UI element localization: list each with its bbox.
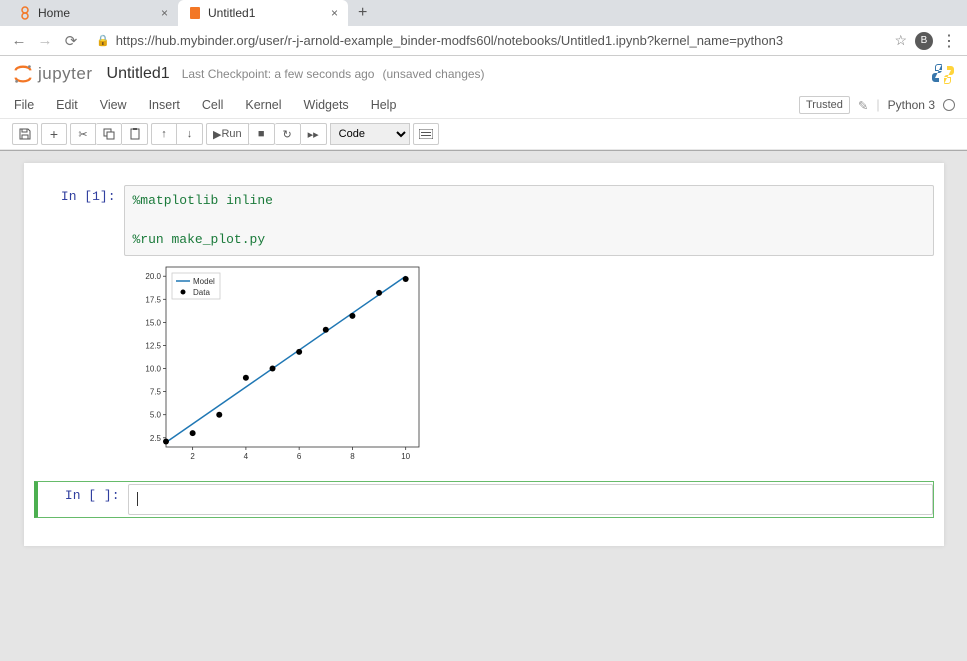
checkpoint-status: Last Checkpoint: a few seconds ago <box>182 67 375 81</box>
menu-file[interactable]: File <box>12 94 36 116</box>
new-tab-button[interactable]: + <box>348 0 377 26</box>
toolbar: + ✂ ↑ ↓ ▶ Run ■ ↻ ▸▸ Code <box>0 119 967 150</box>
matplotlib-plot: 2.5 5.0 7.5 10.0 12.5 15.0 17.5 20.0 2 4 6 8 10 Model… <box>124 262 424 462</box>
menu-widgets[interactable]: Widgets <box>302 94 351 116</box>
jupyter-header-area: jupyter Untitled1 Last Checkpoint: a few… <box>0 56 967 151</box>
kernel-divider: | <box>876 98 879 112</box>
svg-text:15.0: 15.0 <box>145 318 161 327</box>
svg-text:Model: Model <box>193 277 215 286</box>
browser-tab-strip: Home × Untitled1 × + <box>0 0 967 26</box>
paste-button[interactable] <box>122 123 148 145</box>
url-text: https://hub.mybinder.org/user/r-j-arnold… <box>116 33 879 48</box>
svg-text:2.5: 2.5 <box>149 433 161 442</box>
menubar: File Edit View Insert Cell Kernel Widget… <box>0 92 967 119</box>
close-icon[interactable]: × <box>331 6 338 20</box>
kernel-name[interactable]: Python 3 <box>888 98 935 112</box>
copy-button[interactable] <box>96 123 122 145</box>
run-icon: ▶ <box>213 128 221 141</box>
stop-button[interactable]: ■ <box>249 123 275 145</box>
jupyter-header: jupyter Untitled1 Last Checkpoint: a few… <box>0 56 967 92</box>
notebook-container: In [1]: %matplotlib inline %run make_plo… <box>24 163 944 546</box>
edit-icon[interactable]: ✎ <box>858 98 868 113</box>
svg-text:7.5: 7.5 <box>149 387 161 396</box>
kernel-indicator-icon <box>943 99 955 111</box>
browser-menu-button[interactable]: ⋮ <box>941 31 957 51</box>
cell-prompt: In [1]: <box>34 185 124 256</box>
svg-text:Data: Data <box>193 288 210 297</box>
cell-input[interactable]: %matplotlib inline %run make_plot.py <box>124 185 934 256</box>
menu-help[interactable]: Help <box>369 94 399 116</box>
svg-text:17.5: 17.5 <box>145 295 161 304</box>
svg-text:2: 2 <box>190 452 195 461</box>
move-up-button[interactable]: ↑ <box>151 123 177 145</box>
unsaved-status: (unsaved changes) <box>382 67 484 81</box>
cut-button[interactable]: ✂ <box>70 123 96 145</box>
svg-text:6: 6 <box>296 452 301 461</box>
svg-text:20.0: 20.0 <box>145 272 161 281</box>
jupyter-wordmark: jupyter <box>38 64 93 84</box>
svg-text:10.0: 10.0 <box>145 364 161 373</box>
notebook-body[interactable]: In [1]: %matplotlib inline %run make_plo… <box>0 151 967 661</box>
reload-button[interactable]: ⟳ <box>62 32 80 50</box>
svg-text:4: 4 <box>243 452 248 461</box>
forward-button[interactable]: → <box>36 32 54 49</box>
back-button[interactable]: ← <box>10 32 28 49</box>
tab-notebook[interactable]: Untitled1 × <box>178 0 348 26</box>
save-button[interactable] <box>12 123 38 145</box>
code-cell[interactable]: In [1]: %matplotlib inline %run make_plo… <box>34 183 934 258</box>
cell-output: 2.5 5.0 7.5 10.0 12.5 15.0 17.5 20.0 2 4 6 8 10 Model… <box>34 262 934 465</box>
trusted-badge[interactable]: Trusted <box>799 96 850 114</box>
profile-avatar[interactable]: B <box>915 32 933 50</box>
svg-text:12.5: 12.5 <box>145 341 161 350</box>
close-icon[interactable]: × <box>161 6 168 20</box>
run-button[interactable]: ▶ Run <box>206 123 249 145</box>
menu-insert[interactable]: Insert <box>147 94 182 116</box>
command-palette-button[interactable] <box>413 123 439 145</box>
restart-button[interactable]: ↻ <box>275 123 301 145</box>
cell-prompt: In [ ]: <box>38 484 128 516</box>
add-cell-button[interactable]: + <box>41 123 67 145</box>
svg-text:5.0: 5.0 <box>149 410 161 419</box>
menu-kernel[interactable]: Kernel <box>243 94 283 116</box>
jupyter-tab-icon <box>18 6 32 20</box>
tab-home[interactable]: Home × <box>8 0 178 26</box>
menu-view[interactable]: View <box>98 94 129 116</box>
move-down-button[interactable]: ↓ <box>177 123 203 145</box>
cell-input[interactable] <box>128 484 933 516</box>
tab-title: Untitled1 <box>208 6 325 20</box>
jupyter-logo[interactable]: jupyter <box>12 63 93 85</box>
jupyter-logo-icon <box>12 63 34 85</box>
lock-icon: 🔒 <box>96 34 110 47</box>
tab-title: Home <box>38 6 155 20</box>
svg-text:10: 10 <box>401 452 410 461</box>
cell-type-select[interactable]: Code <box>330 123 410 145</box>
menu-cell[interactable]: Cell <box>200 94 226 116</box>
url-box[interactable]: 🔒 https://hub.mybinder.org/user/r-j-arno… <box>88 33 886 48</box>
bookmark-star-icon[interactable]: ☆ <box>894 32 907 49</box>
notebook-tab-icon <box>188 6 202 20</box>
python-logo-icon <box>931 62 955 86</box>
restart-run-all-button[interactable]: ▸▸ <box>301 123 327 145</box>
text-cursor <box>137 492 138 506</box>
menu-edit[interactable]: Edit <box>54 94 80 116</box>
notebook-name[interactable]: Untitled1 <box>107 65 170 83</box>
code-cell-active[interactable]: In [ ]: <box>34 481 934 519</box>
svg-text:8: 8 <box>350 452 355 461</box>
address-bar: ← → ⟳ 🔒 https://hub.mybinder.org/user/r-… <box>0 26 967 56</box>
